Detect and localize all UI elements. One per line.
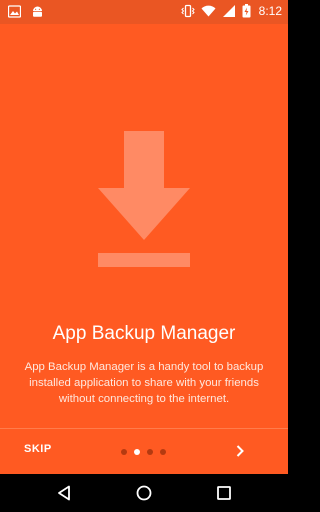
next-button[interactable]	[232, 443, 248, 459]
page-dot-active	[134, 449, 140, 455]
home-icon	[136, 485, 152, 501]
skip-button[interactable]: SKIP	[24, 443, 52, 455]
status-time: 8:12	[258, 4, 282, 18]
android-notification-icon	[31, 5, 44, 18]
home-button[interactable]	[135, 484, 153, 502]
app-description: App Backup Manager is a handy tool to ba…	[24, 361, 264, 405]
status-bar: 8:12	[0, 0, 288, 24]
page-indicator	[121, 449, 166, 455]
image-notification-icon	[8, 5, 21, 18]
recents-icon	[217, 486, 231, 500]
battery-charging-icon	[242, 4, 251, 18]
system-navigation-bar	[0, 474, 288, 512]
chevron-right-icon	[236, 445, 244, 457]
signal-icon	[222, 4, 236, 18]
page-dot	[147, 449, 153, 455]
wifi-icon	[201, 4, 216, 18]
page-dot	[121, 449, 127, 455]
vibrate-icon	[180, 4, 195, 18]
recents-button[interactable]	[215, 484, 233, 502]
back-icon	[58, 485, 70, 501]
back-button[interactable]	[55, 484, 73, 502]
download-icon	[98, 131, 190, 267]
page-dot	[160, 449, 166, 455]
onboarding-controls: SKIP	[0, 428, 288, 474]
app-title: App Backup Manager	[52, 323, 236, 344]
